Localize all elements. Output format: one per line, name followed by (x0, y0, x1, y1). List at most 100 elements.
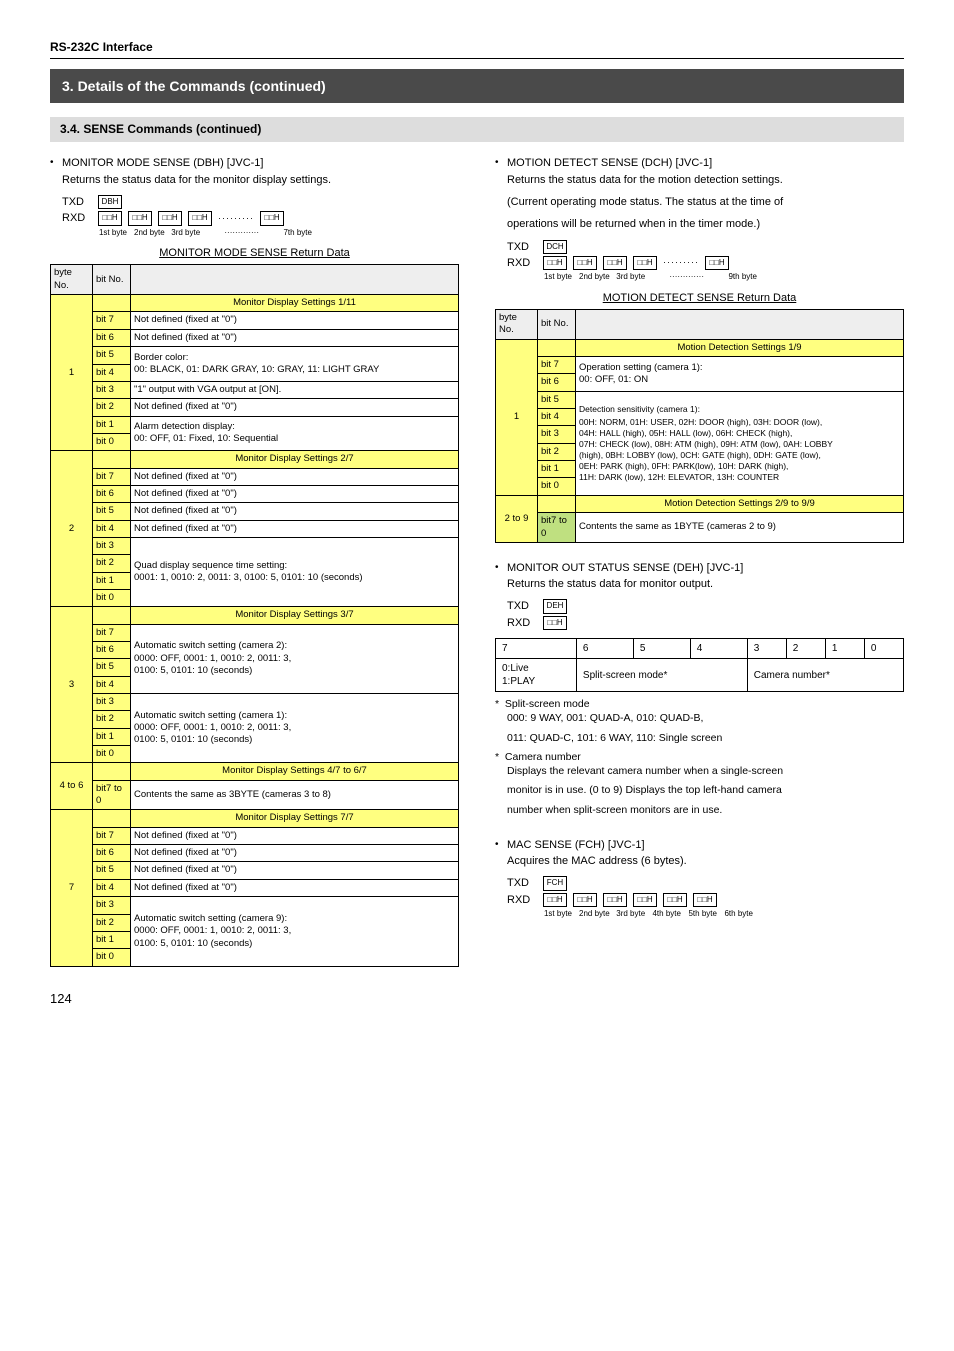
txd-hex: FCH (543, 876, 567, 890)
txd-label: TXD (62, 195, 92, 209)
bit-cell: bit 3 (93, 381, 131, 398)
bit-cell: bit 4 (93, 676, 131, 693)
section-title: Motion Detection Settings 2/9 to 9/9 (576, 495, 904, 512)
bit-cell: bit 0 (93, 589, 131, 606)
bit-cell: bit 2 (93, 555, 131, 572)
ellipsis-label: ············· (207, 228, 277, 238)
byte-label: 1st byte (543, 272, 573, 282)
bit-cell: bit 6 (93, 642, 131, 659)
rxd-byte-1: □□H (98, 211, 122, 225)
bit-cell: bit 0 (538, 478, 576, 495)
byte-label: 5th byte (688, 909, 718, 919)
two-column-layout: • MONITOR MODE SENSE (DBH) [JVC-1] Retur… (50, 156, 904, 966)
rxd-byte: □□H (663, 893, 687, 907)
motion-detect-table: byte No. bit No. 1Motion Detection Setti… (495, 309, 904, 543)
left-txd-rxd: TXD DBH RXD □□H □□H □□H □□H ········· □□… (62, 195, 459, 238)
desc-cell: Contents the same as 3BYTE (cameras 3 to… (131, 780, 459, 810)
bit-cell: bit 1 (93, 416, 131, 433)
bit-cell: bit 0 (93, 949, 131, 966)
rxd-byte: □□H (543, 256, 567, 270)
byte-label: 3rd byte (171, 228, 201, 238)
bit-cell: Split-screen mode* (576, 659, 747, 692)
desc-cell: Detection sensitivity (camera 1): 00H: N… (576, 391, 904, 495)
bit-cell: bit 2 (93, 399, 131, 416)
motion-cmd-title: MOTION DETECT SENSE (DCH) [JVC-1] (507, 156, 712, 170)
desc-cell: Automatic switch setting (camera 2):0000… (131, 624, 459, 693)
rxd-label: RXD (507, 256, 537, 270)
byte-cell: 1 (496, 339, 538, 495)
monitor-mode-table: byte No. bit No. 1Monitor Display Settin… (50, 264, 459, 966)
rxd-label: RXD (507, 616, 537, 630)
monitor-out-title: MONITOR OUT STATUS SENSE (DEH) [JVC-1] (507, 561, 743, 575)
desc-cell: Contents the same as 1BYTE (cameras 2 to… (576, 513, 904, 543)
bit-h: 0 (864, 639, 903, 659)
rxd-byte: □□H (633, 256, 657, 270)
section-title: Monitor Display Settings 1/11 (131, 295, 459, 312)
rxd-byte: □□H (603, 893, 627, 907)
byte-label: 4th byte (652, 909, 682, 919)
left-cmd-title: MONITOR MODE SENSE (DBH) [JVC-1] (62, 156, 263, 170)
bit-h: 3 (747, 639, 786, 659)
bit-cell: bit 6 (93, 485, 131, 502)
bit-cell: bit 5 (93, 659, 131, 676)
byte-cell: 1 (51, 295, 93, 451)
desc-cell: Alarm detection display:00: OFF, 01: Fix… (131, 416, 459, 451)
bit-cell: 0:Live1:PLAY (496, 659, 577, 692)
bit-cell: bit 4 (93, 520, 131, 537)
ellipsis-label: ············· (652, 272, 722, 282)
monitor-out-desc: Returns the status data for monitor outp… (507, 577, 904, 591)
note-1-l2: 011: QUAD-C, 101: 6 WAY, 110: Single scr… (507, 732, 904, 746)
note-2-l1: Displays the relevant camera number when… (507, 765, 904, 779)
rxd-byte: □□H (573, 893, 597, 907)
rxd-byte: □□H (693, 893, 717, 907)
bit-cell: bit 0 (93, 746, 131, 763)
byte-label: 1st byte (98, 228, 128, 238)
section-title: Motion Detection Settings 1/9 (576, 339, 904, 356)
section-title: Monitor Display Settings 3/7 (131, 607, 459, 624)
ellipsis-icon: ········· (218, 213, 254, 225)
txd-hex: DEH (543, 599, 567, 613)
bit-h: 2 (786, 639, 825, 659)
bit-cell: bit 7 (93, 827, 131, 844)
mac-desc: Acquires the MAC address (6 bytes). (507, 854, 904, 868)
section-title: Monitor Display Settings 4/7 to 6/7 (131, 763, 459, 780)
left-column: • MONITOR MODE SENSE (DBH) [JVC-1] Retur… (50, 156, 459, 966)
note-2: * Camera number (495, 751, 904, 765)
bit-h: 4 (690, 639, 747, 659)
bit-cell: bit 5 (93, 862, 131, 879)
rxd-byte: □□H (573, 256, 597, 270)
bit-layout-table: 7 6 5 4 3 2 1 0 0:Live1:PLAY Split-scree… (495, 638, 904, 692)
byte-cell: 2 to 9 (496, 495, 538, 542)
desc-cell: Not defined (fixed at "0") (131, 879, 459, 896)
bit-cell: bit 7 (93, 468, 131, 485)
txd-label: TXD (507, 240, 537, 254)
mac-txd-rxd: TXD FCH RXD □□H □□H □□H □□H □□H □□H 1st … (507, 876, 904, 919)
hdr-bit: bit No. (93, 265, 131, 295)
desc-cell: Automatic switch setting (camera 9):0000… (131, 897, 459, 966)
bit-h: 6 (576, 639, 633, 659)
byte-label: 2nd byte (579, 272, 610, 282)
byte-cell: 4 to 6 (51, 763, 93, 810)
bit-cell: bit7 to 0 (93, 780, 131, 810)
desc-cell: Not defined (fixed at "0") (131, 468, 459, 485)
bit-cell: bit 3 (93, 897, 131, 914)
bit-cell: bit7 to 0 (538, 513, 576, 543)
section-title: Monitor Display Settings 2/7 (131, 451, 459, 468)
page-number: 124 (50, 991, 904, 1008)
motion-txd-rxd: TXD DCH RXD □□H □□H □□H □□H ········· □□… (507, 240, 904, 283)
byte-label: 2nd byte (134, 228, 165, 238)
bit-cell: bit 3 (93, 537, 131, 554)
rxd-label: RXD (62, 211, 92, 225)
bit-h: 1 (825, 639, 864, 659)
bit-cell: bit 2 (538, 443, 576, 460)
title-bar: 3. Details of the Commands (continued) (50, 69, 904, 103)
hdr-byte: byte No. (496, 310, 538, 340)
rxd-byte-3: □□H (158, 211, 182, 225)
note-1: * Split-screen mode (495, 698, 904, 712)
desc-cell: Not defined (fixed at "0") (131, 827, 459, 844)
rxd-byte-2: □□H (128, 211, 152, 225)
motion-table-caption: MOTION DETECT SENSE Return Data (495, 291, 904, 305)
bit-cell: bit 1 (93, 572, 131, 589)
bit-cell: bit 5 (538, 391, 576, 408)
bit-cell: bit 1 (93, 931, 131, 948)
